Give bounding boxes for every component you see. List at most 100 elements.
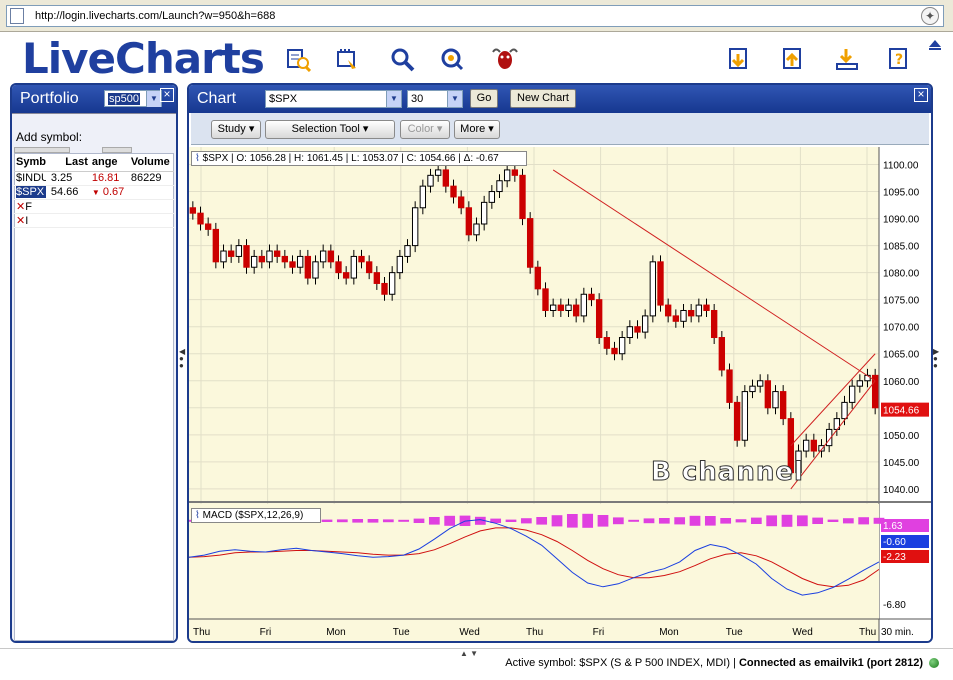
help-icon[interactable]: ? (884, 44, 914, 74)
url-field[interactable]: http://login.livecharts.com/Launch?w=950… (6, 5, 944, 27)
time-tick-label: Thu (526, 627, 543, 638)
row-last: 54.66 (48, 185, 90, 200)
current-price-label: 1054.66 (883, 406, 920, 417)
candle-body (741, 391, 749, 441)
candle-body (572, 304, 580, 317)
candle-body (312, 261, 319, 279)
macd-histogram-bar (827, 519, 839, 523)
macd-histogram-bar (812, 517, 824, 525)
row-volume (128, 185, 174, 200)
symbol-select[interactable]: $SPX ▼ (265, 90, 402, 108)
candle-body (841, 401, 848, 420)
macd-tick-label: -6.80 (883, 600, 906, 611)
candle-body (197, 212, 204, 225)
collapse-arrows-icon[interactable]: ▲ ▼ (460, 649, 478, 658)
chevron-down-icon: ▼ (146, 91, 161, 107)
table-row[interactable]: $SPX 54.66 ▼ 0.67 (14, 185, 174, 200)
candle-body (273, 250, 281, 257)
price-tick-label: 1065.00 (883, 350, 920, 361)
macd-icon: ⌇ (195, 510, 200, 521)
time-tick-label: Mon (326, 627, 345, 638)
col-change[interactable]: ange (89, 153, 129, 172)
row-volume (128, 199, 174, 214)
candle-body (212, 228, 220, 263)
livecharts-logo: LiveCharts (22, 34, 265, 83)
chart-symbol-icon: ⌇ (195, 153, 200, 164)
macd-histogram-bar (643, 518, 655, 524)
macd-histogram-bar (781, 514, 793, 527)
candle-body (565, 304, 572, 311)
macd-histogram-bar (658, 518, 670, 524)
chart-area[interactable]: 1040.001045.001050.001055.001060.001065.… (189, 147, 931, 641)
candle-body (227, 250, 235, 257)
candle-body (250, 255, 258, 268)
price-tick-label: 1075.00 (883, 296, 920, 307)
candle-body (427, 174, 434, 187)
macd-value-label: -0.60 (883, 537, 906, 548)
scroll-up-icon[interactable] (929, 40, 941, 47)
symbol-search-icon[interactable] (283, 44, 313, 74)
macd-histogram-bar (505, 519, 517, 523)
candle-body (603, 337, 611, 349)
portfolio-select[interactable]: sp500 ▼ (104, 90, 162, 107)
chart-close-icon[interactable]: × (914, 88, 928, 102)
col-last[interactable]: Last (48, 153, 90, 172)
selection-tool-button[interactable]: Selection Tool ▾ (265, 120, 395, 139)
delete-x-icon[interactable]: ✕ (16, 201, 25, 213)
candle-body (457, 196, 465, 209)
macd-histogram-bar (628, 519, 640, 522)
time-tick-label: Thu (859, 627, 876, 638)
price-tick-label: 1090.00 (883, 215, 920, 226)
go-button[interactable]: Go (470, 89, 498, 108)
candle-body (649, 261, 657, 317)
quote-icon[interactable] (437, 44, 467, 74)
more-button[interactable]: More ▾ (454, 120, 500, 139)
save-icon[interactable] (832, 44, 862, 74)
splitter-handle-left[interactable]: ◀ ● ● (179, 348, 185, 370)
candle-body (465, 207, 473, 236)
macd-histogram-bar (398, 519, 410, 522)
upload-icon[interactable] (778, 44, 808, 74)
row-symbol: ✕I (14, 213, 49, 228)
candle-body (511, 169, 519, 176)
macd-value-label: -2.23 (883, 552, 906, 563)
candle-body (595, 299, 603, 339)
study-button[interactable]: Study ▾ (211, 120, 261, 139)
portfolio-close-icon[interactable]: × (160, 88, 174, 102)
period-select[interactable]: 30 ▼ (407, 90, 463, 108)
candle-body (411, 207, 419, 247)
candle-body (687, 309, 695, 317)
row-change (89, 199, 129, 214)
status-text: Active symbol: $SPX (S & P 500 INDEX, MD… (505, 657, 923, 669)
col-symbol[interactable]: Symb (14, 153, 49, 172)
table-row[interactable]: ✕I (14, 213, 174, 228)
price-tick-label: 1080.00 (883, 269, 920, 280)
bull-icon[interactable] (490, 44, 520, 74)
candle-body (442, 169, 450, 187)
candle-body (388, 272, 396, 295)
table-row[interactable]: $INDU 3.25 16.81 86229 (14, 171, 174, 186)
macd-legend: ⌇ MACD ($SPX,12,26,9) (191, 508, 321, 523)
delete-x-icon[interactable]: ✕ (16, 215, 25, 227)
candle-body (848, 385, 856, 403)
candle-body (664, 304, 672, 317)
row-symbol: $SPX (14, 185, 49, 200)
price-tick-label: 1060.00 (883, 377, 920, 388)
splitter-handle-right[interactable]: ▶ ● ● (933, 348, 939, 370)
portfolio-header-row: Symb Last ange Volume (14, 153, 174, 172)
time-tick-label: Wed (792, 627, 812, 638)
ohlc-legend: ⌇ $SPX | O: 1056.28 | H: 1061.45 | L: 10… (191, 151, 527, 166)
table-row[interactable]: ✕F (14, 199, 174, 214)
macd-histogram-bar (796, 515, 808, 527)
hand-pointer-icon[interactable] (332, 44, 362, 74)
page-icon (10, 8, 24, 24)
candle-body (319, 250, 327, 263)
candle-body (634, 326, 641, 333)
price-tick-label: 1050.00 (883, 431, 920, 442)
download-icon[interactable] (724, 44, 754, 74)
new-chart-button[interactable]: New Chart (510, 89, 576, 108)
col-volume[interactable]: Volume (128, 153, 174, 172)
time-tick-label: Tue (726, 627, 743, 638)
magnifier-icon[interactable] (387, 44, 417, 74)
macd-histogram-bar (551, 515, 563, 527)
